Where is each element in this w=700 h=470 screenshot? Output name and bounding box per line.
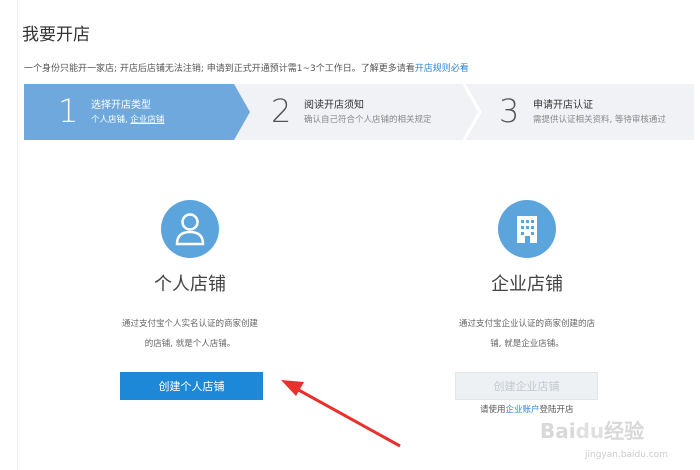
watermark: Baidu经验: [540, 419, 645, 443]
red-annotation-arrow: [281, 380, 401, 448]
watermark-url: jingyan.baidu.com: [585, 450, 669, 460]
